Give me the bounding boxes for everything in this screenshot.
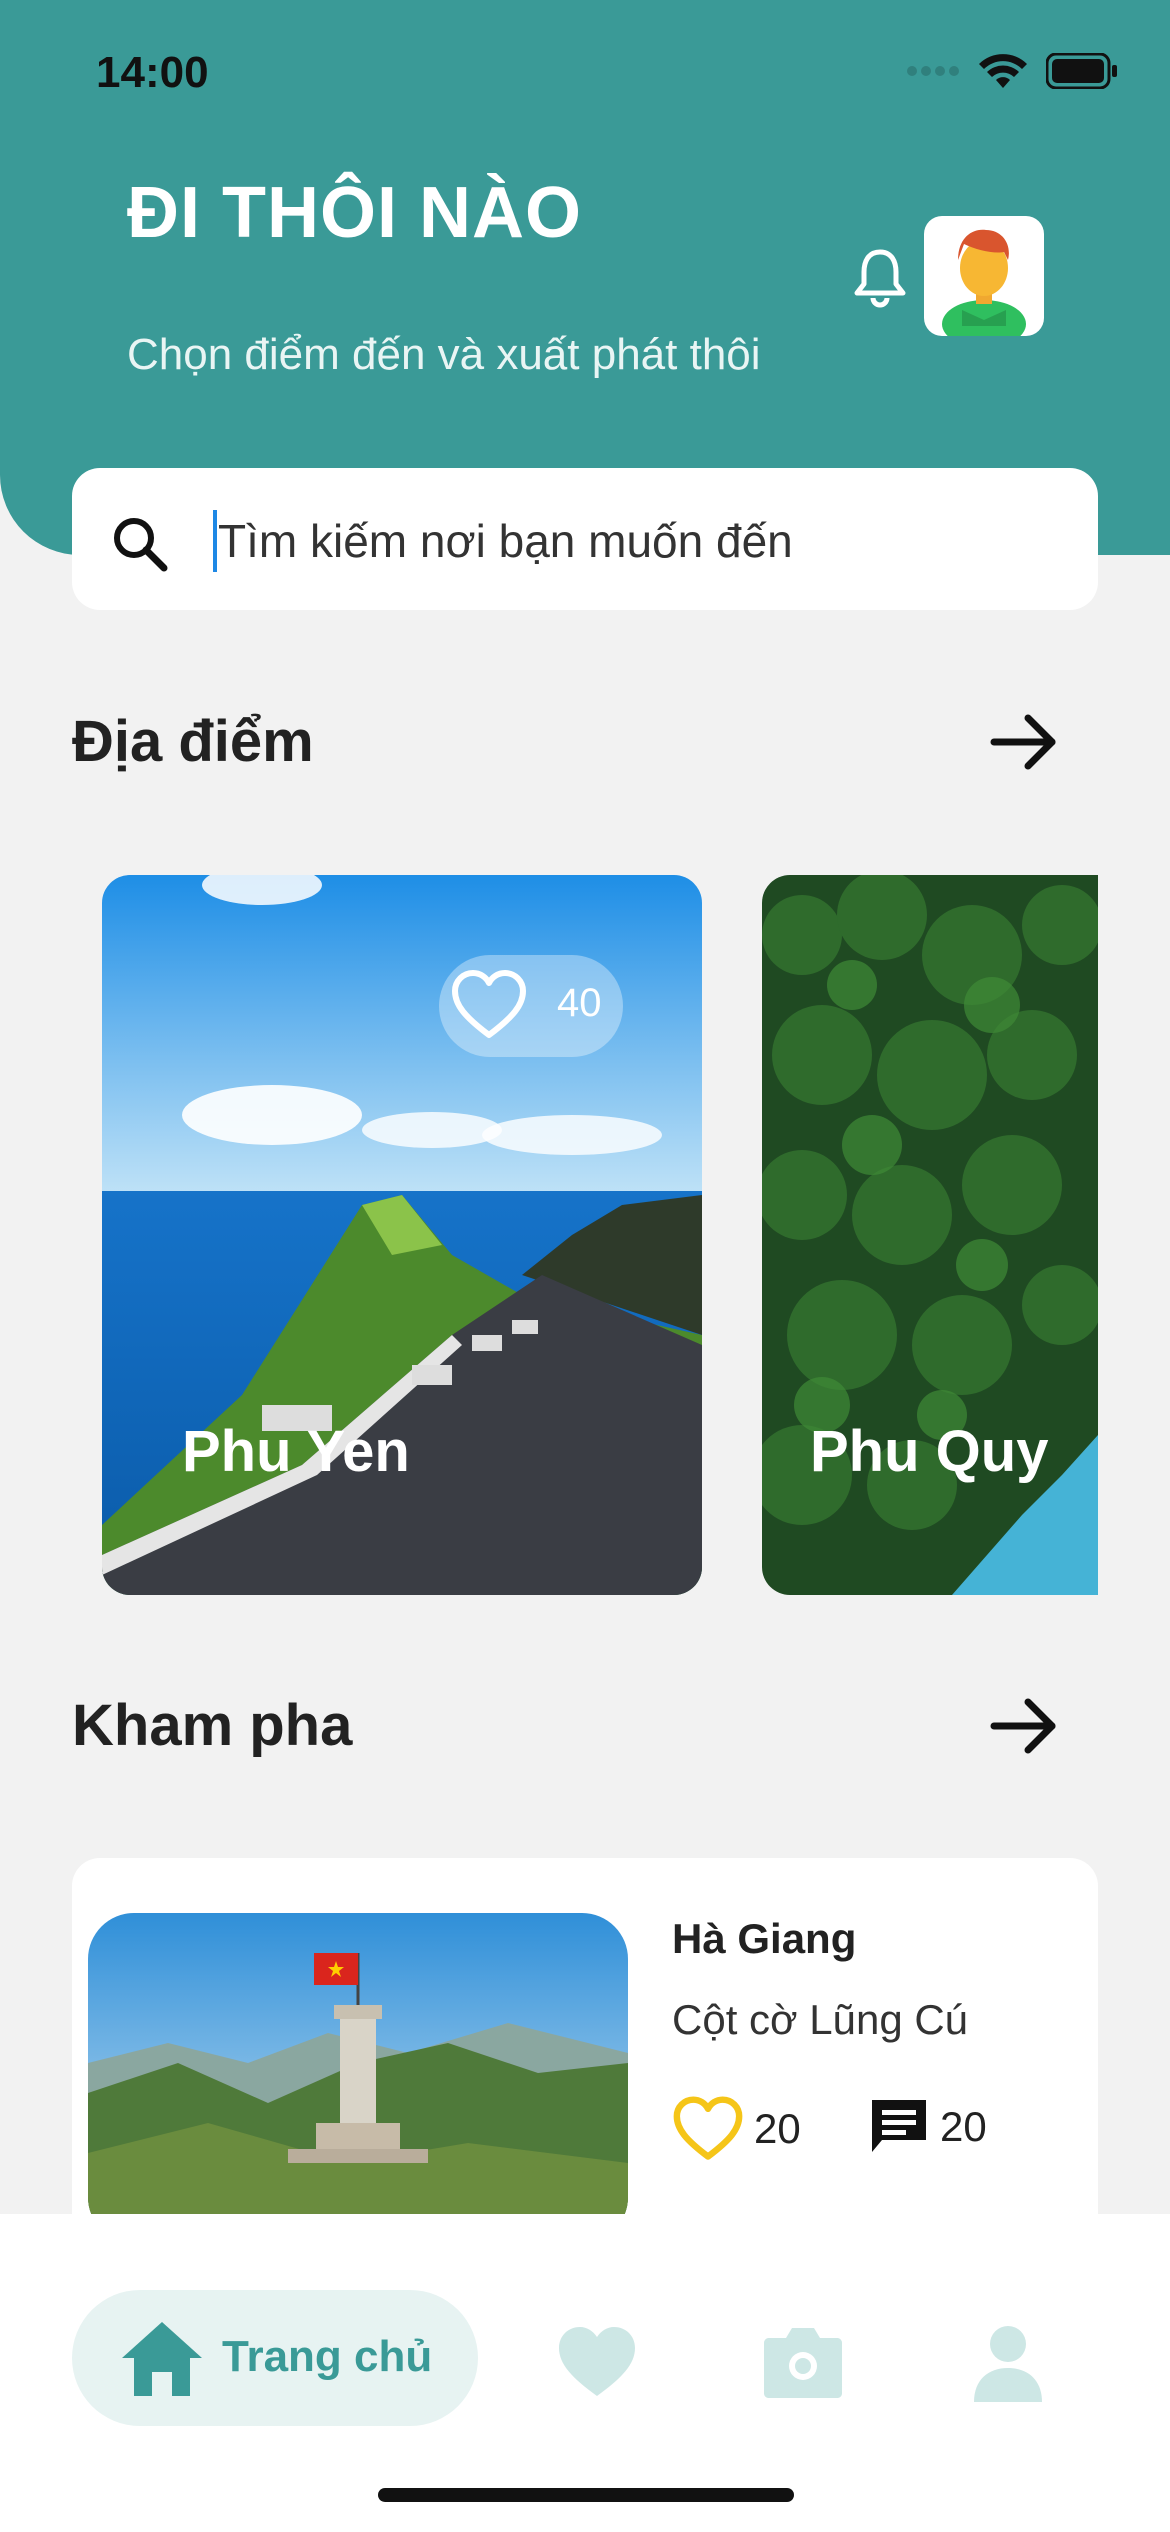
wifi-icon bbox=[979, 54, 1027, 88]
arrow-right-icon[interactable] bbox=[990, 1696, 1060, 1756]
like-count: 40 bbox=[557, 981, 602, 1025]
explore-like-count: 20 bbox=[754, 2105, 801, 2152]
battery-icon bbox=[1046, 53, 1117, 89]
explore-province: Hà Giang bbox=[672, 1915, 857, 1962]
text-cursor bbox=[213, 510, 217, 572]
user-icon[interactable] bbox=[970, 2324, 1046, 2404]
place-card[interactable]: 40 Phu Yen bbox=[102, 875, 702, 1595]
search-icon bbox=[114, 518, 168, 572]
nav-home[interactable]: Trang chủ bbox=[72, 2290, 478, 2426]
avatar[interactable] bbox=[924, 216, 1044, 336]
place-name: Phu Quy bbox=[810, 1419, 1049, 1484]
home-indicator bbox=[378, 2488, 794, 2502]
heart-icon[interactable] bbox=[556, 2324, 638, 2400]
arrow-right-icon[interactable] bbox=[990, 712, 1060, 772]
comment-icon bbox=[872, 2100, 926, 2152]
bottom-nav: Trang chủ bbox=[0, 2214, 1170, 2532]
explore-image bbox=[88, 1913, 628, 2243]
place-card[interactable]: Phu Quy bbox=[762, 875, 1098, 1595]
place-name: Phu Yen bbox=[182, 1419, 410, 1484]
page-subtitle: Chọn điểm đến và xuất phát thôi bbox=[127, 330, 761, 379]
avatar-icon bbox=[942, 229, 1026, 336]
page-title: ĐI THÔI NÀO bbox=[127, 173, 582, 253]
explore-comments[interactable]: 20 bbox=[868, 2096, 987, 2158]
explore-likes[interactable]: 20 bbox=[672, 2096, 801, 2162]
heart-icon bbox=[673, 2096, 743, 2160]
heart-icon bbox=[452, 970, 526, 1038]
home-icon bbox=[122, 2322, 202, 2396]
status-time: 14:00 bbox=[96, 48, 209, 97]
bell-icon[interactable] bbox=[852, 246, 908, 308]
places-section-title: Địa điểm bbox=[72, 709, 314, 774]
explore-comment-count: 20 bbox=[940, 2103, 987, 2150]
nav-home-label: Trang chủ bbox=[222, 2332, 433, 2381]
explore-section-title: Kham pha bbox=[72, 1693, 353, 1758]
status-icons bbox=[906, 52, 1118, 90]
signal-icon bbox=[907, 66, 959, 76]
search-input[interactable]: Tìm kiếm nơi bạn muốn đến bbox=[218, 510, 793, 572]
camera-icon[interactable] bbox=[762, 2324, 844, 2400]
explore-place: Cột cờ Lũng Cú bbox=[672, 1996, 969, 2043]
like-button[interactable]: 40 bbox=[439, 955, 623, 1057]
place-image bbox=[762, 875, 1098, 1595]
